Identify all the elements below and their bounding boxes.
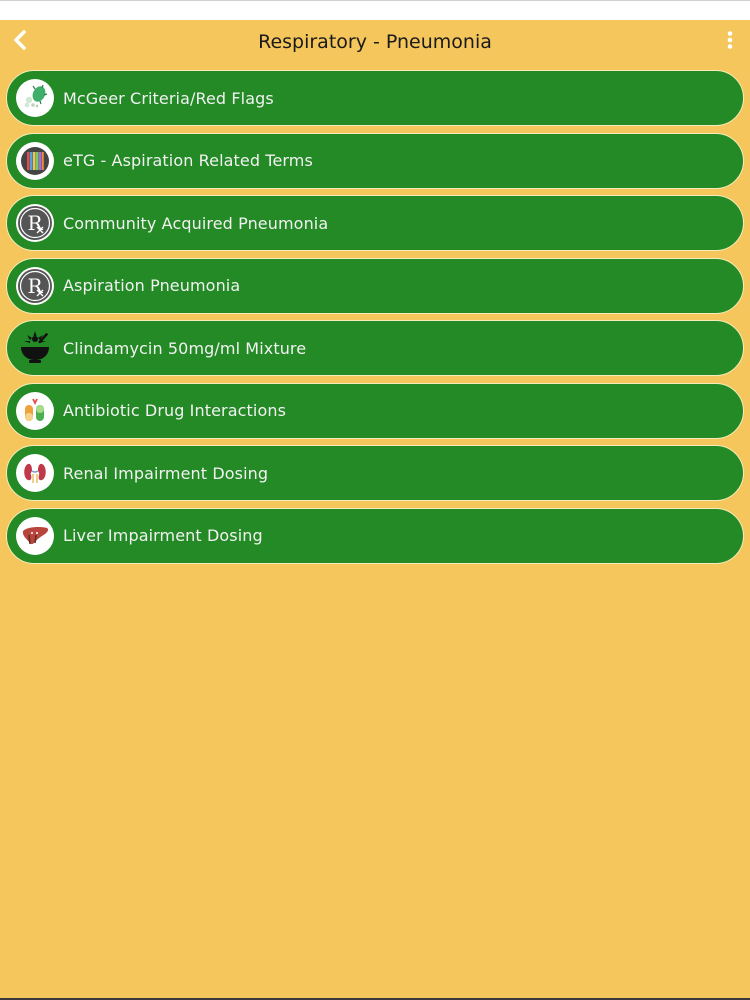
page-title: Respiratory - Pneumonia: [258, 31, 492, 53]
item-label: McGeer Criteria/Red Flags: [63, 88, 274, 108]
back-button[interactable]: [8, 28, 32, 56]
rx-icon: R: [16, 266, 54, 305]
kidney-icon: [16, 454, 54, 492]
list-item-community-acquired-pneumonia[interactable]: R Community Acquired Pneumonia: [6, 195, 744, 251]
capsules-icon: [16, 391, 54, 430]
rx-icon: R: [16, 204, 54, 242]
navigation-bar: Respiratory - Pneumonia: [0, 20, 750, 64]
mortar-pestle-icon: [16, 329, 54, 367]
list-item-clindamycin-mixture[interactable]: Clindamycin 50mg/ml Mixture: [6, 320, 744, 376]
status-bar: [0, 0, 750, 20]
more-options-button[interactable]: [720, 28, 740, 56]
menu-list: McGeer Criteria/Red Flags eTG - Aspirati…: [6, 70, 744, 570]
list-item-liver-impairment[interactable]: Liver Impairment Dosing: [6, 507, 744, 564]
item-label: Liver Impairment Dosing: [63, 526, 263, 545]
list-item-etg-aspiration[interactable]: eTG - Aspiration Related Terms: [6, 132, 744, 189]
list-item-renal-impairment[interactable]: Renal Impairment Dosing: [6, 445, 744, 501]
item-label: Clindamycin 50mg/ml Mixture: [63, 338, 307, 358]
liver-icon: [16, 516, 54, 555]
item-label: Community Acquired Pneumonia: [63, 213, 329, 233]
item-label: Antibiotic Drug Interactions: [63, 401, 287, 420]
books-icon: [16, 141, 54, 180]
list-item-antibiotic-interactions[interactable]: Antibiotic Drug Interactions: [6, 382, 744, 439]
list-item-mcgeer-criteria[interactable]: McGeer Criteria/Red Flags: [6, 70, 744, 126]
germs-icon: [16, 79, 54, 117]
item-label: Renal Impairment Dosing: [63, 463, 269, 483]
item-label: eTG - Aspiration Related Terms: [63, 151, 313, 170]
list-item-aspiration-pneumonia[interactable]: R Aspiration Pneumonia: [6, 257, 744, 314]
chevron-left-icon: [13, 30, 27, 54]
more-vertical-icon: [727, 31, 733, 53]
item-label: Aspiration Pneumonia: [63, 276, 241, 295]
